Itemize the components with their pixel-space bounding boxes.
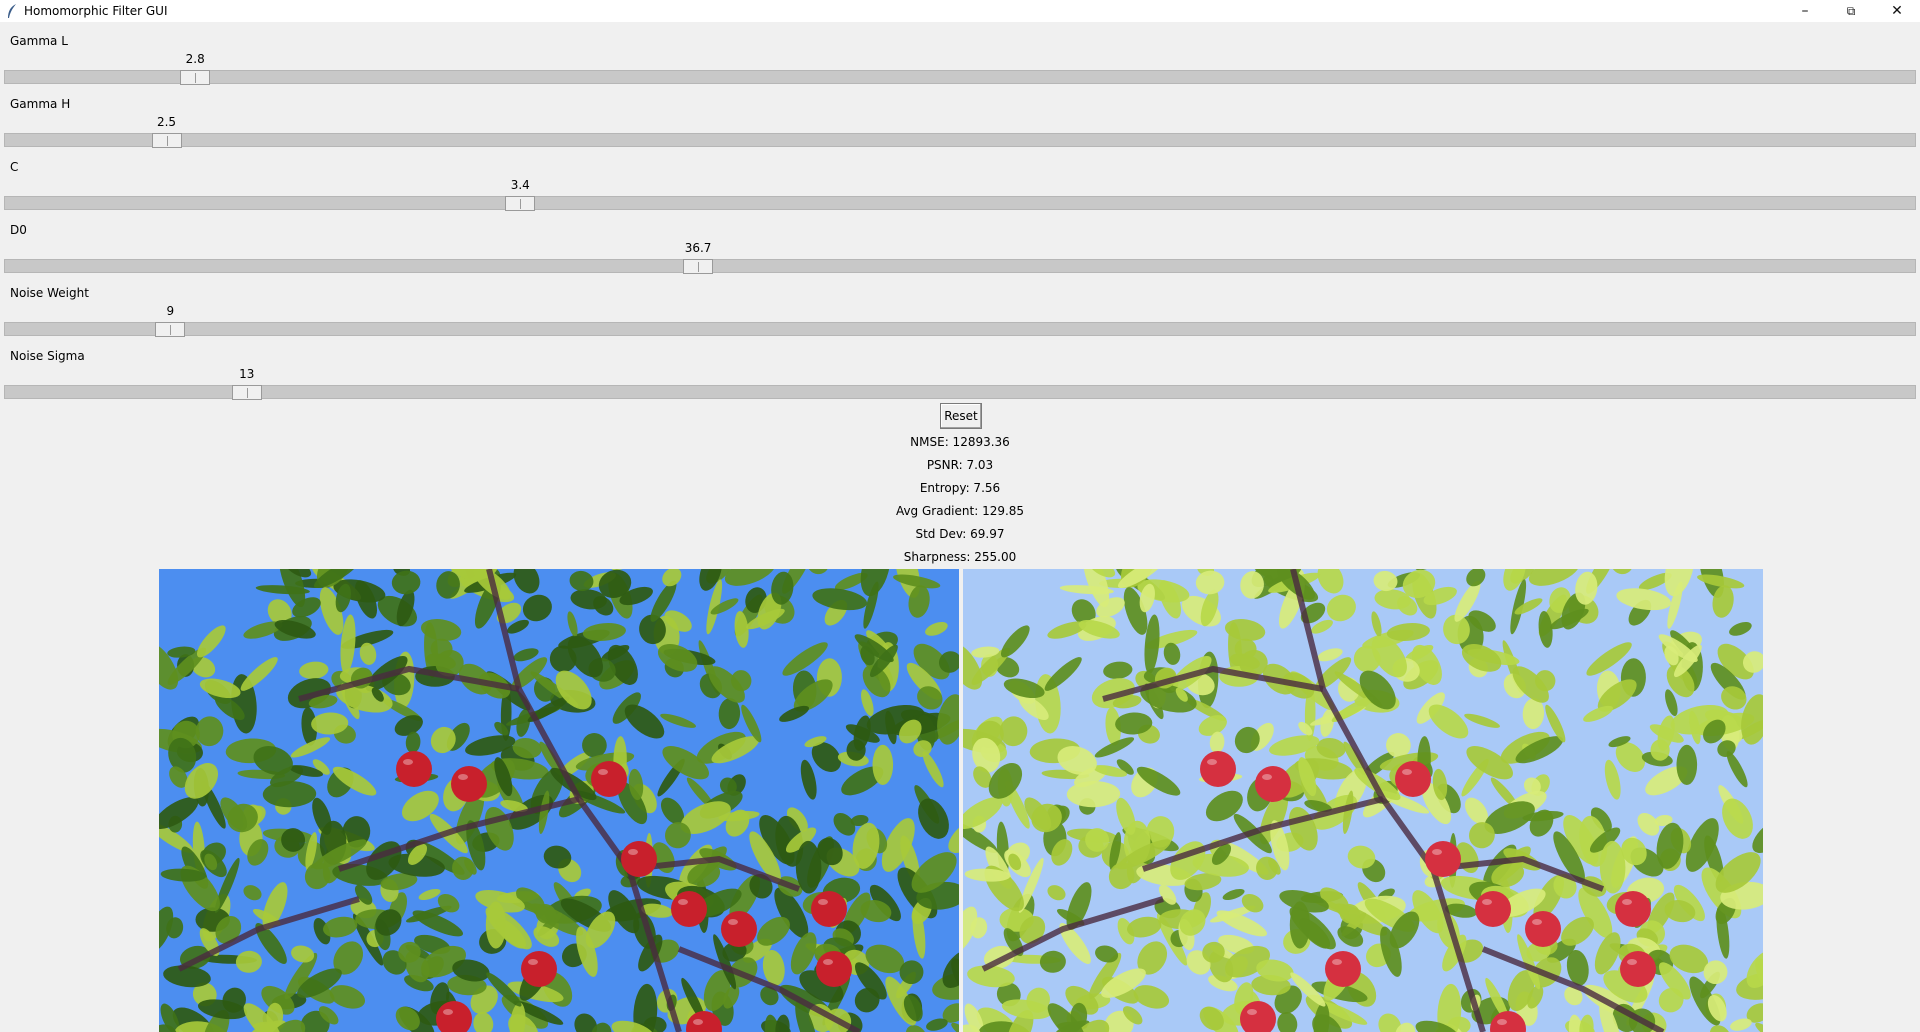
original-image [159, 569, 959, 1032]
filtered-image [963, 569, 1763, 1032]
slider-trough[interactable] [4, 196, 1916, 210]
metric-entropy: Entropy: 7.56 [919, 481, 1001, 495]
slider-value: 9 [166, 304, 175, 318]
metric-std-dev: Std Dev: 69.97 [915, 527, 1005, 541]
slider-c: C 3.4 [0, 152, 1920, 215]
metric-avg-gradient: Avg Gradient: 129.85 [895, 504, 1025, 518]
slider-d0: D0 36.7 [0, 215, 1920, 278]
slider-trough[interactable] [4, 70, 1916, 84]
slider-gamma-h: Gamma H 2.5 [0, 89, 1920, 152]
slider-label: Noise Sigma [10, 349, 85, 363]
title-bar: Homomorphic Filter GUI – ⧉ ✕ [0, 0, 1920, 22]
slider-thumb[interactable] [180, 70, 211, 85]
slider-value: 13 [239, 367, 255, 381]
slider-noise-sigma: Noise Sigma 13 [0, 341, 1920, 404]
close-button[interactable]: ✕ [1874, 0, 1920, 22]
slider-trough[interactable] [4, 133, 1916, 147]
slider-thumb[interactable] [231, 385, 262, 400]
restore-icon: ⧉ [1846, 3, 1856, 18]
reset-button[interactable]: Reset [940, 403, 982, 429]
slider-value: 2.5 [156, 115, 177, 129]
feather-icon [8, 4, 16, 18]
maximize-button[interactable]: ⧉ [1828, 0, 1874, 22]
slider-value: 36.7 [684, 241, 712, 255]
slider-label: Gamma H [10, 97, 71, 111]
slider-value: 3.4 [510, 178, 530, 192]
slider-trough[interactable] [4, 259, 1916, 273]
slider-value: 2.8 [185, 52, 205, 66]
window-title: Homomorphic Filter GUI [24, 4, 168, 18]
apple-tree-photo-filtered [963, 569, 1763, 1032]
slider-noise-weight: Noise Weight 9 [0, 278, 1920, 341]
slider-thumb[interactable] [155, 322, 186, 337]
slider-trough[interactable] [4, 322, 1916, 336]
slider-thumb[interactable] [683, 259, 714, 274]
metric-nmse: NMSE: 12893.36 [910, 435, 1010, 449]
minimize-icon: – [1801, 3, 1809, 19]
slider-label: C [10, 160, 19, 174]
slider-label: D0 [10, 223, 27, 237]
slider-thumb[interactable] [151, 133, 182, 148]
metric-sharpness: Sharpness: 255.00 [903, 550, 1017, 564]
metric-psnr: PSNR: 7.03 [926, 458, 994, 472]
minimize-button[interactable]: – [1782, 0, 1828, 22]
slider-label: Noise Weight [10, 286, 89, 300]
apple-tree-photo-original [159, 569, 959, 1032]
slider-label: Gamma L [10, 34, 68, 48]
slider-trough[interactable] [4, 385, 1916, 399]
slider-thumb[interactable] [505, 196, 536, 211]
slider-gamma-l: Gamma L 2.8 [0, 26, 1920, 89]
close-icon: ✕ [1891, 3, 1903, 19]
